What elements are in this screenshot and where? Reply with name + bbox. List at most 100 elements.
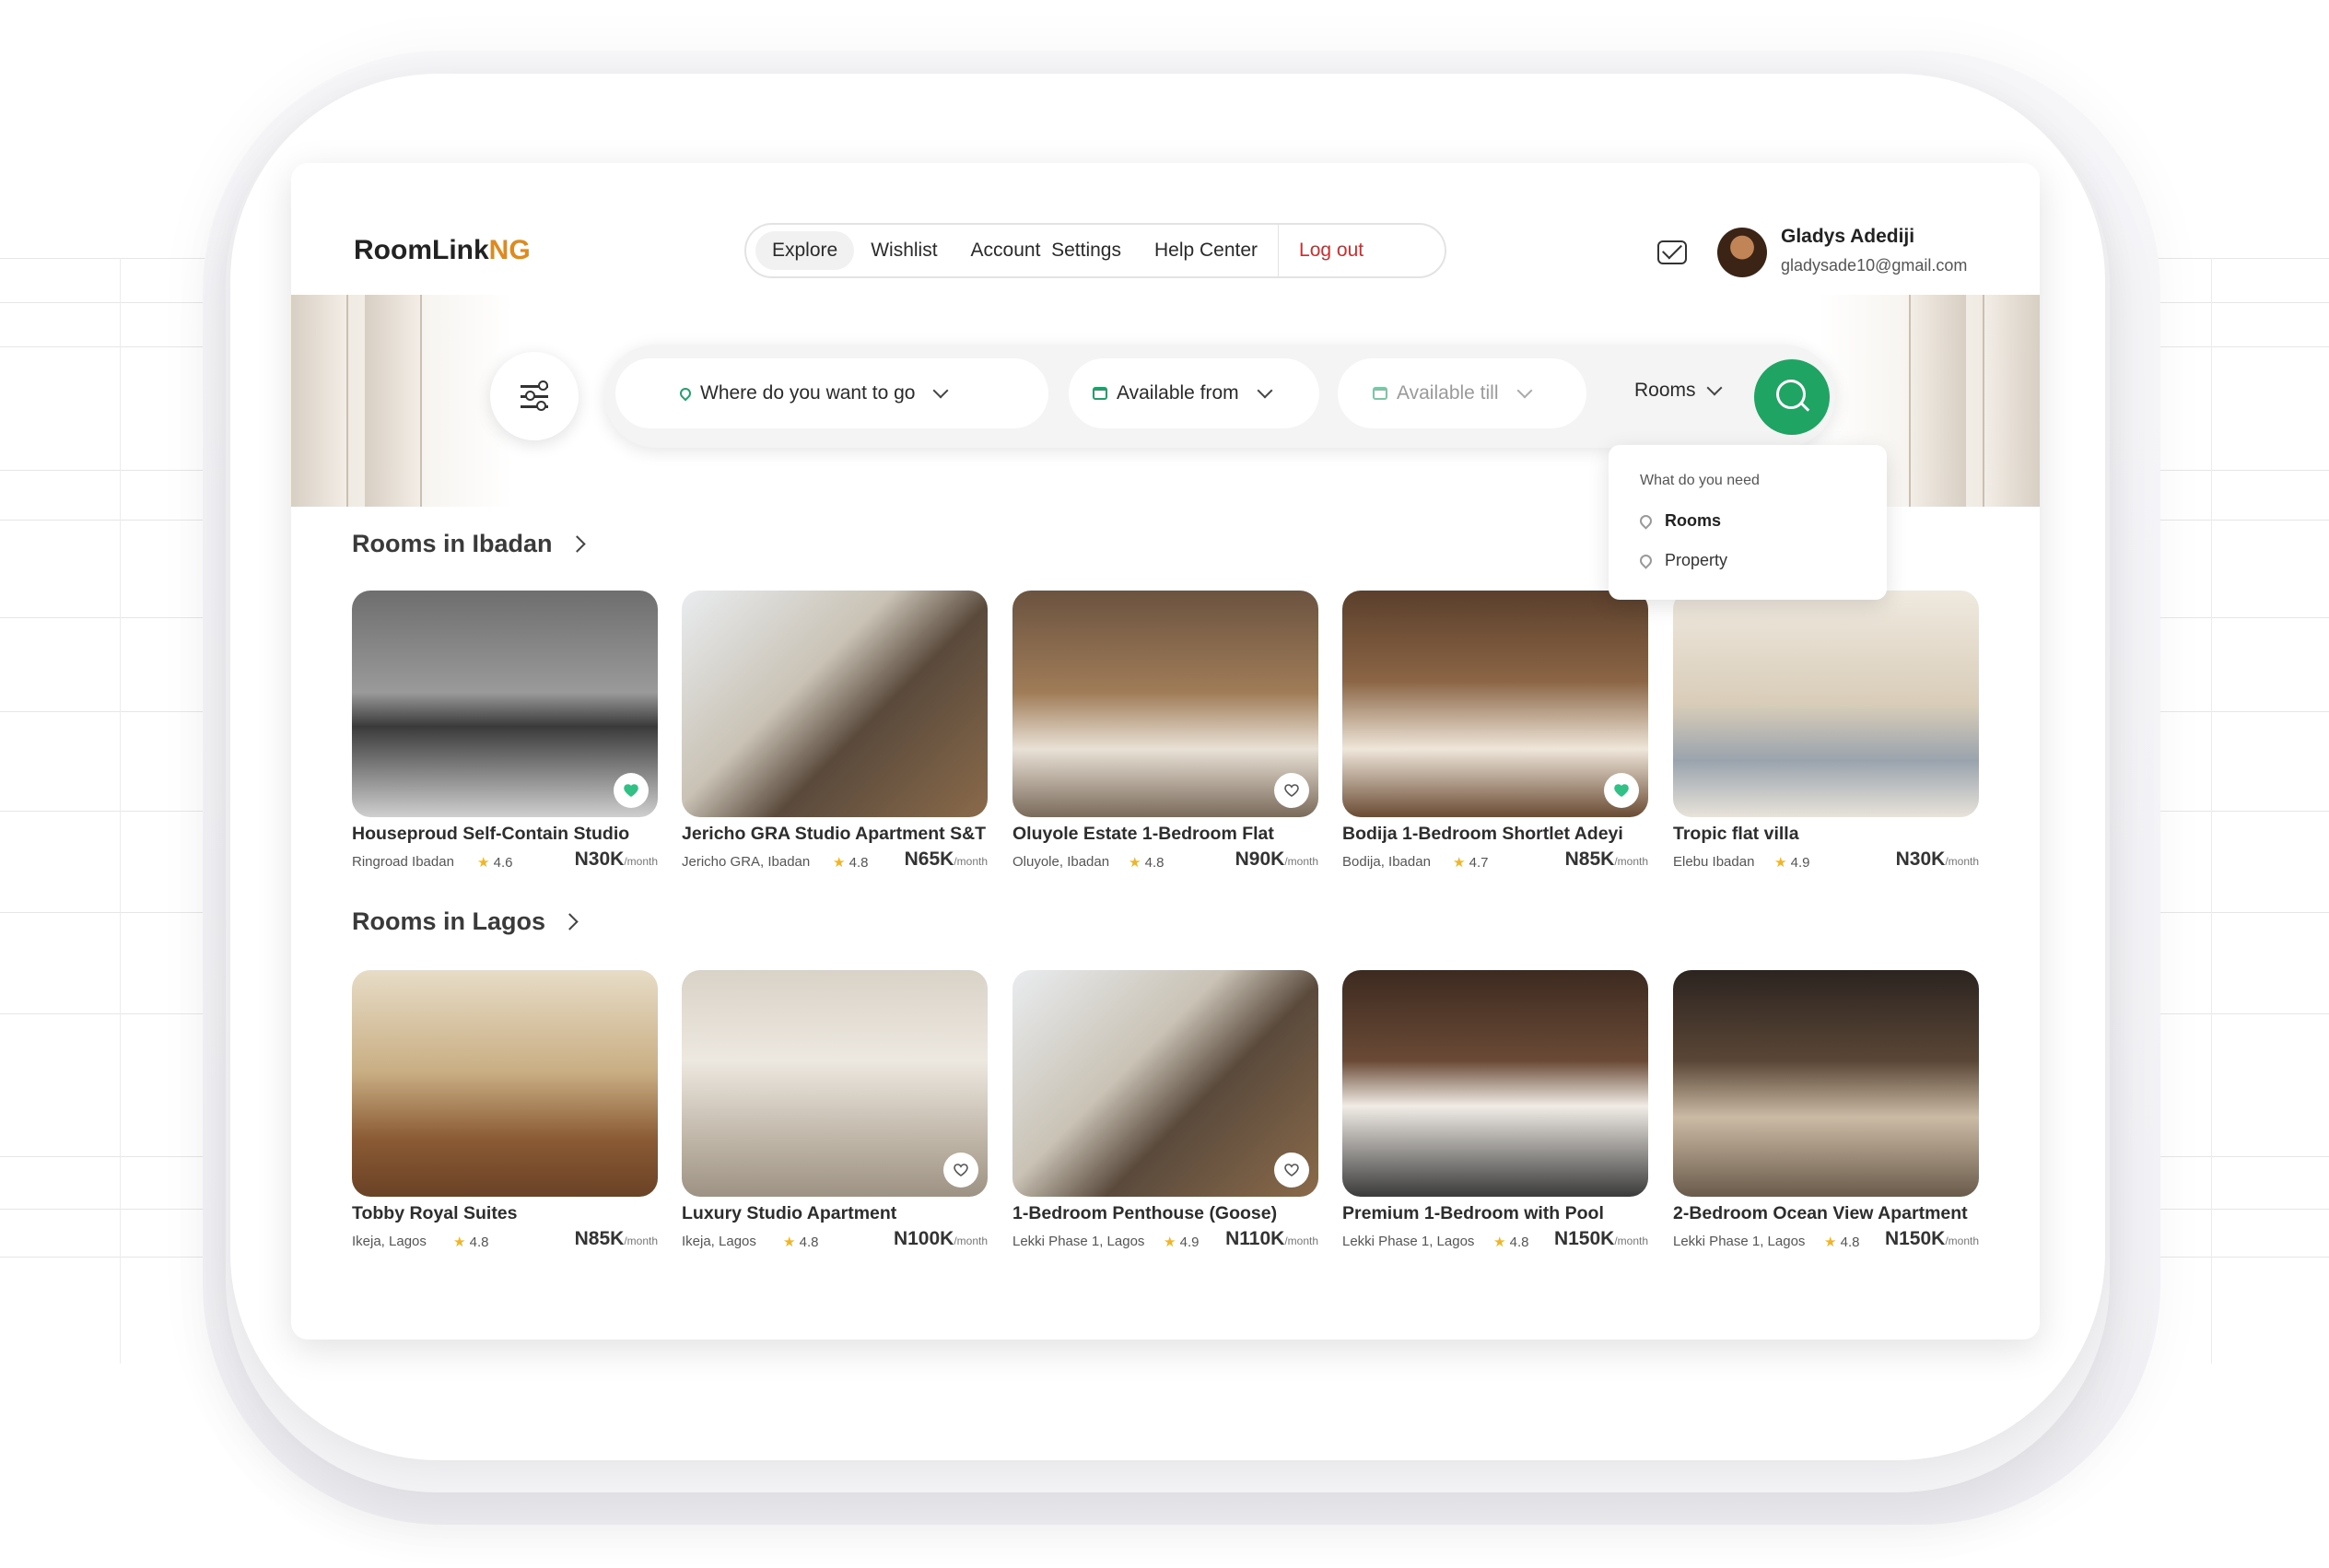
listing-location: Bodija, Ibadan <box>1342 854 1431 870</box>
listing-location: Ringroad Ibadan <box>352 854 454 870</box>
available-from-label: Available from <box>1117 382 1239 404</box>
listing-card[interactable]: Tobby Royal Suites Ikeja, Lagos ★ 4.8 N85K/… <box>352 970 658 1252</box>
listing-photo[interactable] <box>1012 970 1318 1197</box>
calendar-icon <box>1373 387 1387 400</box>
listing-title[interactable]: Tobby Royal Suites <box>352 1203 658 1224</box>
listing-meta: Oluyole, Ibadan ★ 4.8 N90K/month <box>1012 848 1318 872</box>
nav-help-center[interactable]: Help Center <box>1138 231 1274 270</box>
listing-location: Elebu Ibadan <box>1673 854 1755 870</box>
listing-rating: ★ 4.8 <box>783 1235 819 1250</box>
listing-card[interactable]: Luxury Studio Apartment Ikeja, Lagos ★ 4.8… <box>682 970 988 1252</box>
brand-logo[interactable]: RoomLinkNG <box>354 235 531 266</box>
listing-rating: ★ 4.8 <box>453 1235 489 1250</box>
listing-title[interactable]: Tropic flat villa <box>1673 824 1979 845</box>
star-icon: ★ <box>1164 1235 1176 1250</box>
dropdown-option-property[interactable]: Property <box>1637 551 1727 570</box>
star-icon: ★ <box>1129 855 1141 871</box>
listing-meta: Ikeja, Lagos ★ 4.8 N100K/month <box>682 1228 988 1252</box>
listing-title[interactable]: 2-Bedroom Ocean View Apartment <box>1673 1203 1979 1224</box>
listing-rating: ★ 4.8 <box>1493 1235 1529 1250</box>
listing-title[interactable]: Houseproud Self-Contain Studio <box>352 824 658 845</box>
listing-title[interactable]: 1-Bedroom Penthouse (Goose) <box>1012 1203 1318 1224</box>
listing-price: N90K/month <box>1235 848 1318 870</box>
wishlist-heart-button[interactable] <box>1274 1153 1309 1188</box>
wishlist-heart-button[interactable] <box>943 1153 978 1188</box>
listing-photo[interactable] <box>352 591 658 817</box>
star-icon: ★ <box>783 1235 796 1250</box>
wishlist-heart-button[interactable] <box>1274 773 1309 808</box>
listing-title[interactable]: Luxury Studio Apartment <box>682 1203 988 1224</box>
nav-explore[interactable]: Explore <box>755 231 855 270</box>
listing-price: N85K/month <box>1564 848 1648 870</box>
available-from-select[interactable]: Available from <box>1069 358 1319 428</box>
listing-rating: ★ 4.8 <box>1824 1235 1860 1250</box>
available-till-select[interactable]: Available till <box>1338 358 1586 428</box>
star-icon: ★ <box>1453 855 1466 871</box>
listing-card[interactable]: Houseproud Self-Contain Studio Ringroad I… <box>352 591 658 872</box>
listing-rating: ★ 4.7 <box>1453 855 1489 871</box>
listing-photo[interactable] <box>682 591 988 817</box>
listing-photo[interactable] <box>352 970 658 1197</box>
listing-price: N85K/month <box>574 1228 658 1249</box>
listing-photo[interactable] <box>682 970 988 1197</box>
main-nav: Explore Wishlist Account Settings Help C… <box>744 223 1446 278</box>
listing-card[interactable]: Bodija 1-Bedroom Shortlet Adeyi Bodija, I… <box>1342 591 1648 872</box>
listing-meta: Elebu Ibadan ★ 4.9 N30K/month <box>1673 848 1979 872</box>
listing-meta: Lekki Phase 1, Lagos ★ 4.9 N110K/month <box>1012 1228 1318 1252</box>
listing-title[interactable]: Oluyole Estate 1-Bedroom Flat <box>1012 824 1318 845</box>
location-pin-icon <box>1637 512 1655 530</box>
location-select[interactable]: Where do you want to go <box>615 358 1048 428</box>
listing-card[interactable]: 2-Bedroom Ocean View Apartment Lekki Phas… <box>1673 970 1979 1252</box>
listing-meta: Ringroad Ibadan ★ 4.6 N30K/month <box>352 848 658 872</box>
available-till-label: Available till <box>1397 382 1499 404</box>
listing-photo[interactable] <box>1342 970 1648 1197</box>
listing-photo[interactable] <box>1673 591 1979 817</box>
listing-rating: ★ 4.9 <box>1774 855 1810 871</box>
listing-price: N150K/month <box>1884 1228 1979 1249</box>
chevron-down-icon <box>1257 382 1273 399</box>
listing-card[interactable]: Tropic flat villa Elebu Ibadan ★ 4.9 N30K/m… <box>1673 591 1979 872</box>
listing-title[interactable]: Premium 1-Bedroom with Pool <box>1342 1203 1648 1224</box>
listing-card[interactable]: Oluyole Estate 1-Bedroom Flat Oluyole, Ib… <box>1012 591 1318 872</box>
listing-location: Jericho GRA, Ibadan <box>682 854 811 870</box>
listing-card[interactable]: Jericho GRA Studio Apartment S&T Jericho … <box>682 591 988 872</box>
listing-location: Ikeja, Lagos <box>682 1234 756 1249</box>
listing-meta: Bodija, Ibadan ★ 4.7 N85K/month <box>1342 848 1648 872</box>
envelope-icon[interactable] <box>1657 240 1687 264</box>
chevron-down-icon <box>1706 380 1723 396</box>
listing-title[interactable]: Bodija 1-Bedroom Shortlet Adeyi <box>1342 824 1648 845</box>
filter-button[interactable] <box>490 352 579 440</box>
property-type-select[interactable]: Rooms <box>1634 380 1723 402</box>
nav-account-settings[interactable]: Account Settings <box>954 231 1138 270</box>
property-type-dropdown: What do you need Rooms Property <box>1609 445 1887 600</box>
listing-price: N110K/month <box>1225 1228 1318 1249</box>
location-label: Where do you want to go <box>700 382 916 404</box>
location-pin-icon <box>677 385 694 402</box>
search-button[interactable] <box>1754 359 1830 435</box>
nav-wishlist[interactable]: Wishlist <box>854 231 954 270</box>
listing-location: Lekki Phase 1, Lagos <box>1342 1234 1475 1249</box>
star-icon: ★ <box>1493 1235 1506 1250</box>
star-icon: ★ <box>1774 855 1787 871</box>
listing-title[interactable]: Jericho GRA Studio Apartment S&T <box>682 824 988 845</box>
app-window: RoomLinkNG Explore Wishlist Account Sett… <box>291 163 2040 1340</box>
dropdown-title: What do you need <box>1640 473 1760 488</box>
listing-card[interactable]: 1-Bedroom Penthouse (Goose) Lekki Phase 1… <box>1012 970 1318 1252</box>
listing-photo[interactable] <box>1342 591 1648 817</box>
section-title-lagos[interactable]: Rooms in Lagos <box>352 907 579 936</box>
listing-card[interactable]: Premium 1-Bedroom with Pool Lekki Phase 1… <box>1342 970 1648 1252</box>
wishlist-heart-button[interactable] <box>1604 773 1639 808</box>
dropdown-option-rooms[interactable]: Rooms <box>1637 511 1721 531</box>
location-pin-icon <box>1637 552 1655 569</box>
listing-price: N65K/month <box>904 848 988 870</box>
logout-button[interactable]: Log out <box>1282 231 1380 270</box>
listing-photo[interactable] <box>1012 591 1318 817</box>
star-icon: ★ <box>477 855 490 871</box>
avatar[interactable] <box>1717 228 1767 277</box>
listing-location: Oluyole, Ibadan <box>1012 854 1110 870</box>
section-title-ibadan[interactable]: Rooms in Ibadan <box>352 530 586 558</box>
chevron-down-icon <box>1516 382 1533 399</box>
listing-photo[interactable] <box>1673 970 1979 1197</box>
hero-image-left <box>291 295 512 507</box>
wishlist-heart-button[interactable] <box>614 773 649 808</box>
